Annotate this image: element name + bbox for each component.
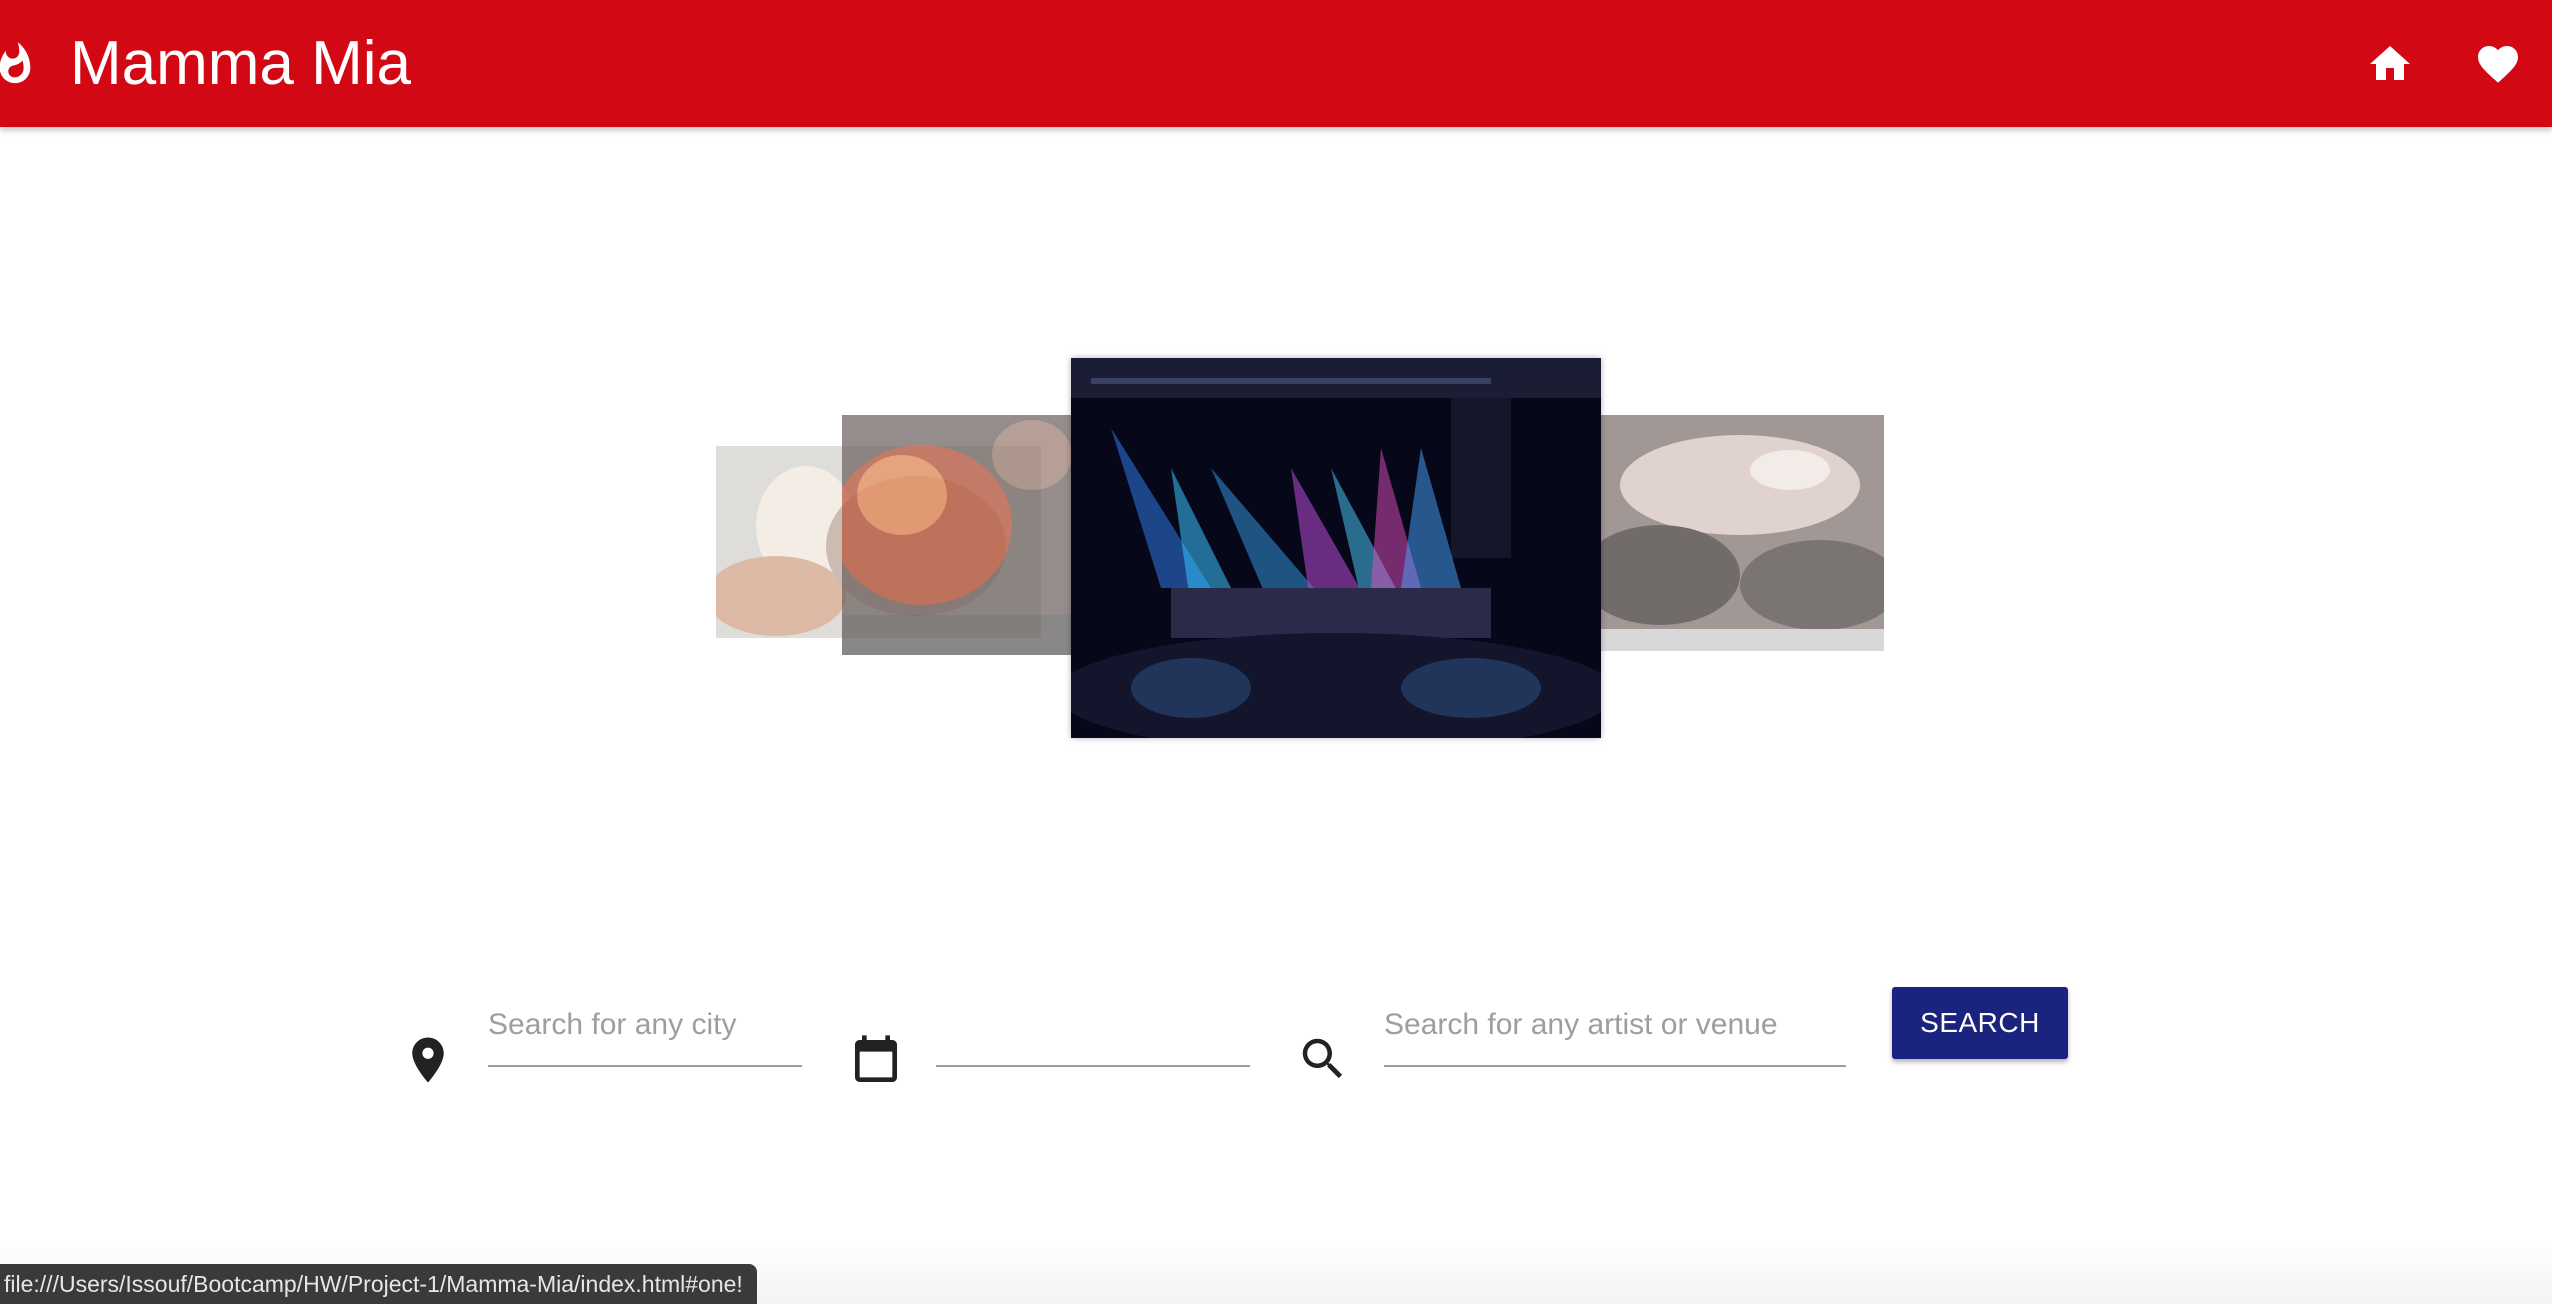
- home-icon[interactable]: [2366, 40, 2414, 88]
- calendar-icon[interactable]: [848, 1031, 904, 1091]
- brand-title[interactable]: Mamma Mia: [70, 24, 411, 104]
- city-search-input[interactable]: [488, 985, 802, 1067]
- date-input[interactable]: [936, 985, 1250, 1067]
- location-pin-icon: [412, 1037, 444, 1083]
- heart-icon[interactable]: [2474, 40, 2522, 88]
- browser-status-bar: file:///Users/Issouf/Bootcamp/HW/Project…: [0, 1264, 757, 1304]
- concert-photo: [842, 415, 1077, 655]
- search-form: SEARCH: [0, 960, 2552, 1120]
- concert-photo: [1600, 415, 1884, 651]
- fire-icon: [0, 42, 31, 84]
- image-carousel[interactable]: [0, 127, 2552, 827]
- carousel-item-4[interactable]: [1600, 415, 1884, 651]
- search-button[interactable]: SEARCH: [1892, 987, 2068, 1059]
- top-navbar: Mamma Mia: [0, 0, 2552, 127]
- concert-photo: [1071, 358, 1601, 738]
- carousel-item-2[interactable]: [842, 415, 1077, 655]
- artist-venue-search-input[interactable]: [1384, 985, 1846, 1067]
- status-url: file:///Users/Issouf/Bootcamp/HW/Project…: [4, 1271, 743, 1297]
- search-icon: [1302, 1038, 1343, 1079]
- carousel-item-3[interactable]: [1071, 358, 1601, 738]
